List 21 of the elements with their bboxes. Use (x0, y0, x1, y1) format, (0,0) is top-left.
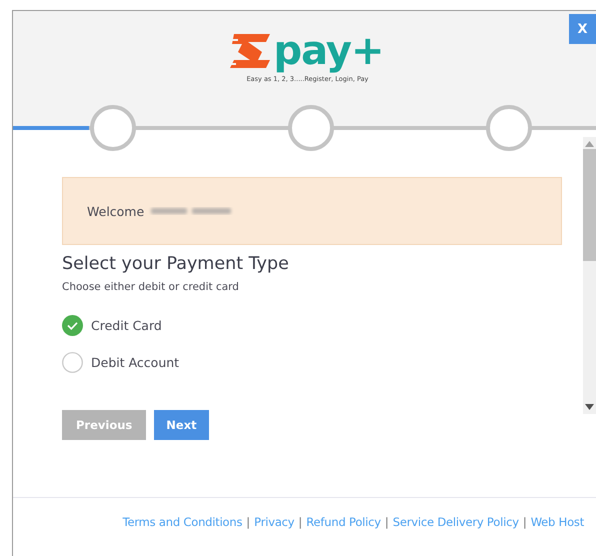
radio-option[interactable]: Debit Account (62, 352, 583, 373)
separator: | (384, 515, 389, 529)
next-button[interactable]: Next (154, 410, 209, 440)
scroll-down-icon[interactable] (585, 404, 594, 410)
scrollbar[interactable] (583, 137, 596, 414)
section-subtitle: Choose either debit or credit card (62, 281, 240, 293)
radio-option[interactable]: Credit Card (62, 315, 583, 336)
separator: | (298, 515, 302, 529)
footer-link[interactable]: Privacy (254, 515, 294, 529)
section-title: Select your Payment Type (62, 254, 290, 274)
logo-text: pay+ (274, 31, 384, 71)
separator: | (246, 515, 250, 529)
footer-link[interactable]: Terms and Conditions (122, 515, 242, 529)
footer-link[interactable]: Service Delivery Policy (392, 515, 519, 529)
footer-link[interactable]: Refund Policy (306, 515, 381, 529)
close-button[interactable]: X (569, 14, 596, 44)
scroll-thumb[interactable] (583, 149, 596, 261)
footer-link[interactable]: Web Host (530, 515, 584, 529)
scroll-up-icon[interactable] (585, 141, 594, 147)
separator: | (522, 515, 527, 529)
welcome-text: Welcome (87, 204, 144, 218)
